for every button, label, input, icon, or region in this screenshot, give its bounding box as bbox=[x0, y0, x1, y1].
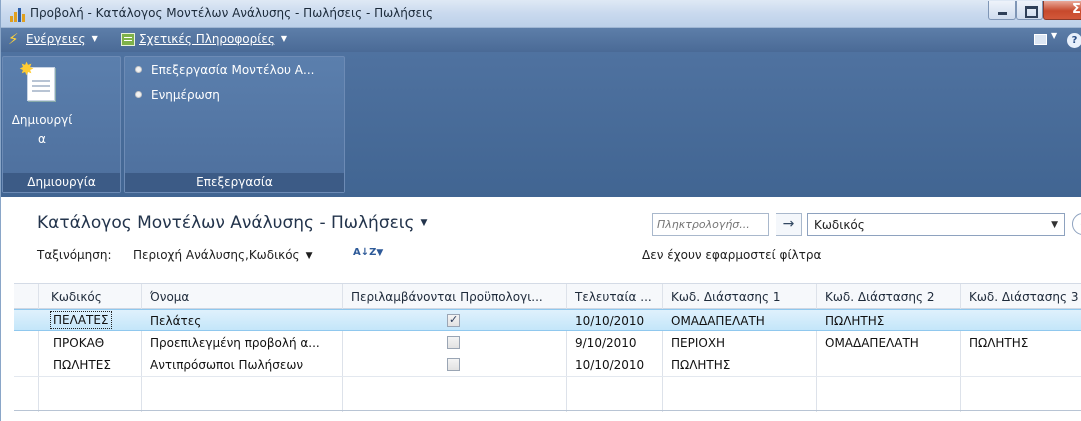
update-label: Ενημέρωση bbox=[151, 88, 220, 102]
cell-name[interactable]: Αντιπρόσωποι Πωλήσεων bbox=[150, 358, 303, 372]
search-go-icon[interactable]: → bbox=[776, 213, 802, 236]
page-title[interactable]: Κατάλογος Μοντέλων Ανάλυσης - Πωλήσεις ▼ bbox=[37, 213, 427, 233]
cell-dimension-1[interactable]: ΠΕΡΙΟΧΗ bbox=[671, 336, 725, 350]
sort-order-icon[interactable]: A↓Z▼ bbox=[353, 244, 383, 258]
bullet-icon bbox=[135, 91, 142, 98]
chevron-down-icon: ▼ bbox=[1051, 220, 1058, 230]
title-bar: Προβολή - Κατάλογος Μοντέλων Ανάλυσης - … bbox=[1, 0, 1081, 28]
column-header-dimension-1[interactable]: Κωδ. Διάστασης 1 bbox=[671, 290, 781, 304]
ribbon: ✸ Δημιουργί α Δημιουργία Επεξεργασία Μον… bbox=[1, 52, 1081, 197]
help-icon[interactable]: ? bbox=[1067, 33, 1081, 48]
app-logo-icon bbox=[10, 8, 26, 22]
ribbon-group-create: ✸ Δημιουργί α Δημιουργία bbox=[2, 56, 121, 193]
cell-dimension-1[interactable]: ΟΜΑΔΑΠΕΛΑΤΗ bbox=[671, 314, 765, 328]
window-title: Προβολή - Κατάλογος Μοντέλων Ανάλυσης - … bbox=[30, 6, 434, 20]
update-button[interactable]: Ενημέρωση bbox=[135, 88, 220, 108]
cell-code[interactable]: ΠΩΛΗΤΕΣ bbox=[53, 358, 111, 372]
list-grid: Κωδικός Όνομα Περιλαμβάνονται Προϋπολογι… bbox=[14, 283, 1081, 412]
chevron-down-icon: ▼ bbox=[376, 248, 384, 258]
ribbon-group-edit: Επεξεργασία Μοντέλου Α... Ενημέρωση Επεξ… bbox=[124, 56, 345, 193]
edit-analysis-model-label: Επεξεργασία Μοντέλου Α... bbox=[151, 63, 315, 77]
chevron-down-icon: ▼ bbox=[420, 218, 428, 228]
minimize-button[interactable] bbox=[988, 1, 1016, 20]
chevron-down-icon[interactable]: ▼ bbox=[1051, 31, 1057, 40]
grid-bottom-border bbox=[14, 410, 1081, 411]
create-label-line2: α bbox=[38, 132, 46, 146]
sort-value: Περιοχή Ανάλυσης,Κωδικός bbox=[133, 248, 300, 262]
empty-new-row[interactable] bbox=[14, 376, 1081, 398]
expand-filter-icon[interactable]: ⌄ bbox=[1072, 213, 1081, 235]
application-window: Προβολή - Κατάλογος Μοντέλων Ανάλυσης - … bbox=[0, 0, 1081, 421]
column-header-code[interactable]: Κωδικός bbox=[51, 290, 102, 304]
include-budgets-checkbox[interactable] bbox=[447, 313, 460, 327]
cell-last-date[interactable]: 10/10/2010 bbox=[575, 314, 644, 328]
menu-actions[interactable]: Ενέργειες ▼ bbox=[26, 32, 98, 50]
close-icon: Σ bbox=[1072, 2, 1081, 17]
search-input[interactable] bbox=[653, 214, 763, 234]
cell-code[interactable]: ΠΡΟΚΑΘ bbox=[53, 336, 104, 350]
ribbon-group-label: Δημιουργία bbox=[3, 173, 120, 192]
column-header-dimension-2[interactable]: Κωδ. Διάστασης 2 bbox=[825, 290, 935, 304]
create-button-label: Δημιουργί α bbox=[9, 111, 75, 149]
table-row[interactable]: ΠΡΟΚΑΘ Προεπιλεγμένη προβολή α... 9/10/2… bbox=[14, 332, 1081, 354]
table-row[interactable]: ΠΕΛΑΤΕΣ Πελάτες 10/10/2010 ΟΜΑΔΑΠΕΛΑΤΗ Π… bbox=[14, 309, 1081, 331]
menu-actions-label: Ενέργειες bbox=[26, 32, 86, 46]
sort-order-glyph: A↓Z bbox=[353, 247, 377, 258]
cell-name[interactable]: Πελάτες bbox=[150, 314, 201, 328]
sort-label: Ταξινόμηση: bbox=[37, 248, 112, 262]
sort-select[interactable]: Περιοχή Ανάλυσης,Κωδικός ▼ bbox=[133, 248, 313, 262]
filter-status-text: Δεν έχουν εφαρμοστεί φίλτρα bbox=[642, 248, 822, 262]
table-row[interactable]: ΠΩΛΗΤΕΣ Αντιπρόσωποι Πωλήσεων 10/10/2010… bbox=[14, 354, 1081, 376]
create-button[interactable]: ✸ Δημιουργί α bbox=[9, 59, 75, 169]
page-title-text: Κατάλογος Μοντέλων Ανάλυσης - Πωλήσεις bbox=[37, 213, 415, 233]
search-box[interactable] bbox=[652, 213, 769, 236]
filter-field-select[interactable]: Κωδικός ▼ bbox=[807, 213, 1065, 236]
include-budgets-checkbox[interactable] bbox=[447, 336, 460, 349]
column-header-include-budgets[interactable]: Περιλαμβάνονται Προϋπολογι... bbox=[351, 290, 543, 304]
cell-code[interactable]: ΠΕΛΑΤΕΣ bbox=[50, 311, 112, 329]
cell-name[interactable]: Προεπιλεγμένη προβολή α... bbox=[150, 336, 320, 350]
menu-related-info-label: Σχετικές Πληροφορίες bbox=[139, 32, 275, 46]
chevron-down-icon: ▼ bbox=[280, 34, 288, 43]
window-layout-icon[interactable] bbox=[1034, 34, 1047, 45]
menu-bar: ⚡ Ενέργειες ▼ Σχετικές Πληροφορίες ▼ ▼ ? bbox=[1, 28, 1081, 52]
grid-header: Κωδικός Όνομα Περιλαμβάνονται Προϋπολογι… bbox=[14, 284, 1081, 309]
chevron-down-icon: ▼ bbox=[91, 34, 98, 43]
column-header-dimension-3[interactable]: Κωδ. Διάστασης 3 bbox=[969, 290, 1079, 304]
related-info-icon bbox=[121, 33, 135, 46]
include-budgets-checkbox[interactable] bbox=[447, 358, 460, 371]
star-icon: ✸ bbox=[19, 59, 35, 80]
cell-dimension-1[interactable]: ΠΩΛΗΤΗΣ bbox=[671, 358, 730, 372]
column-header-last-date[interactable]: Τελευταία ... bbox=[575, 290, 652, 304]
ribbon-group-label: Επεξεργασία bbox=[125, 173, 344, 192]
menu-related-info[interactable]: Σχετικές Πληροφορίες ▼ bbox=[139, 32, 287, 50]
edit-analysis-model-button[interactable]: Επεξεργασία Μοντέλου Α... bbox=[135, 63, 314, 83]
close-button[interactable]: Σ bbox=[1043, 1, 1081, 20]
chevron-down-icon: ▼ bbox=[305, 251, 313, 261]
lightning-icon: ⚡ bbox=[8, 30, 19, 48]
filter-field-value: Κωδικός bbox=[814, 218, 865, 232]
create-label-line1: Δημιουργί bbox=[11, 113, 73, 127]
column-header-name[interactable]: Όνομα bbox=[150, 290, 189, 304]
cell-dimension-3[interactable]: ΠΩΛΗΤΗΣ bbox=[969, 336, 1028, 350]
cell-dimension-2[interactable]: ΟΜΑΔΑΠΕΛΑΤΗ bbox=[825, 336, 919, 350]
cell-last-date[interactable]: 10/10/2010 bbox=[575, 358, 644, 372]
bullet-icon bbox=[135, 66, 142, 73]
cell-dimension-2[interactable]: ΠΩΛΗΤΗΣ bbox=[825, 314, 884, 328]
cell-last-date[interactable]: 9/10/2010 bbox=[575, 336, 637, 350]
maximize-button[interactable] bbox=[1016, 1, 1043, 20]
